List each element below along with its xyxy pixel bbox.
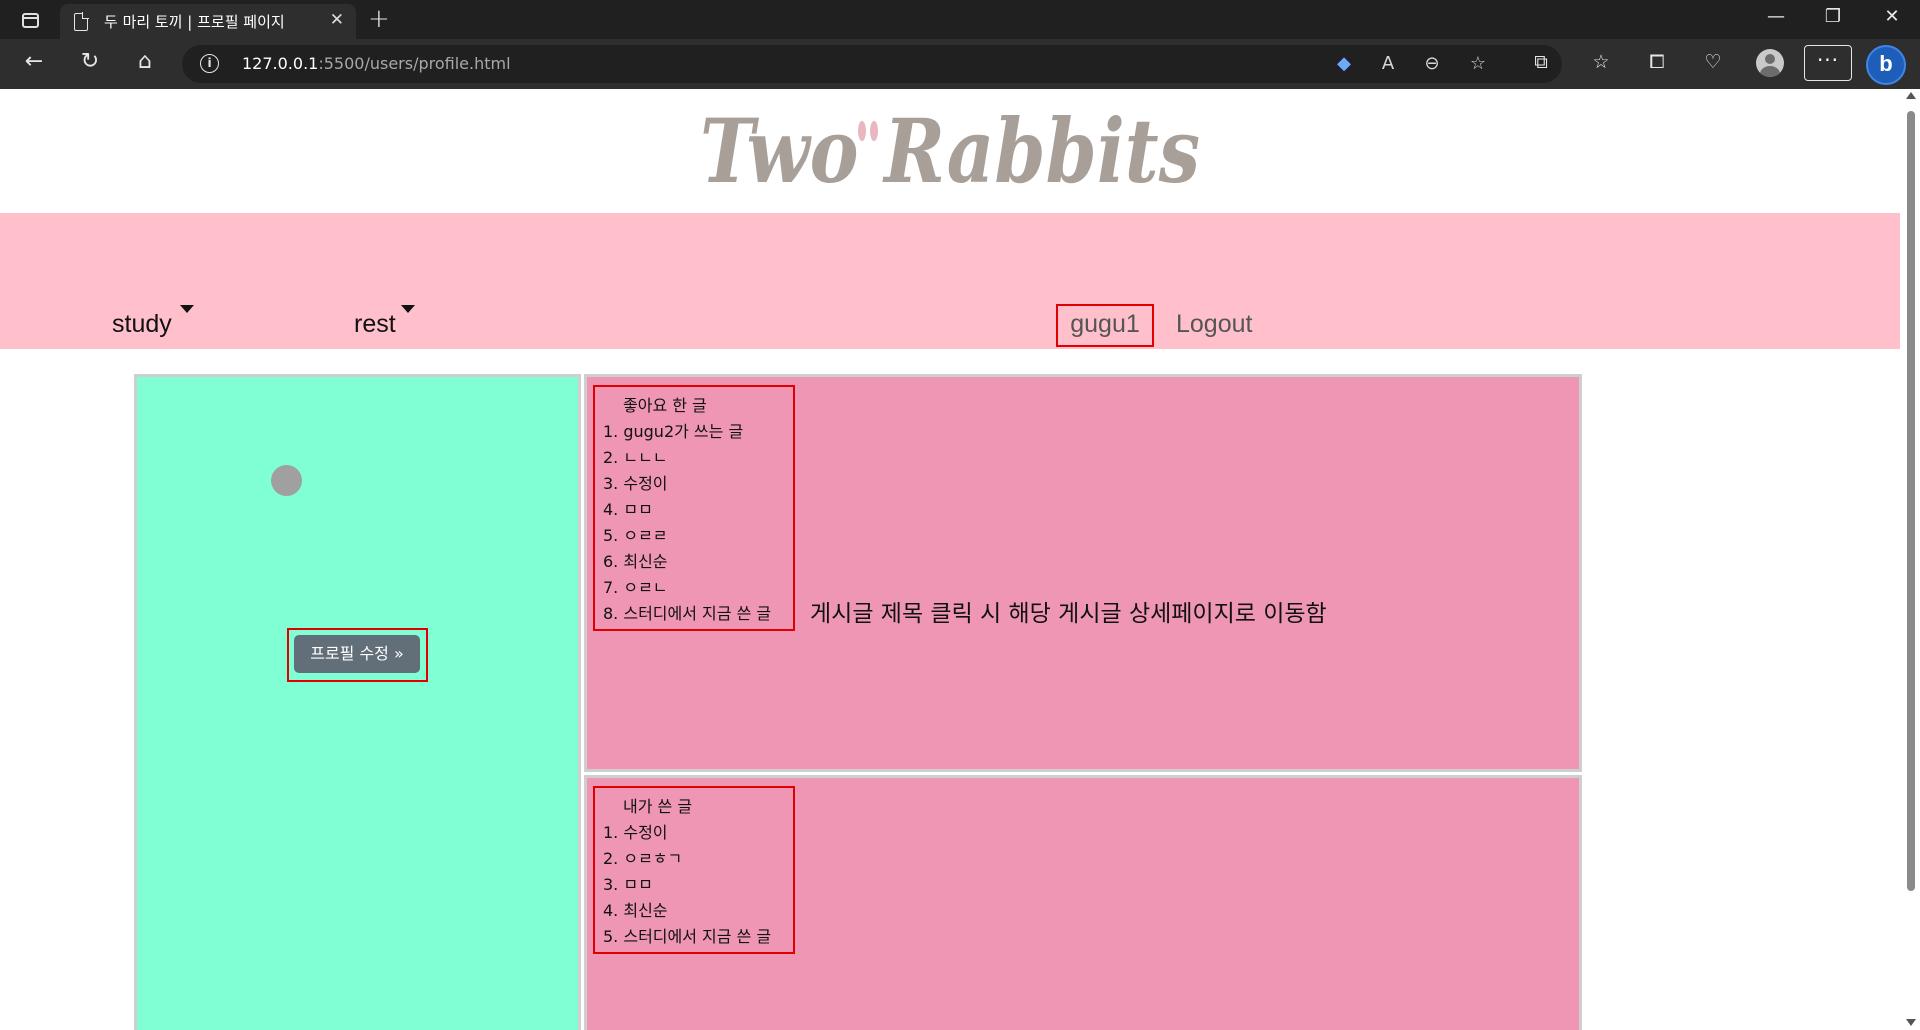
list-item[interactable]: 2. ㅇㄹㅎㄱ [603,846,793,872]
username-link[interactable]: gugu1 [1056,304,1154,347]
browser-toolbar: ← ↻ ⌂ i 127.0.0.1:5500/users/profile.htm… [0,39,1920,89]
more-menu-icon[interactable]: ··· [1804,45,1852,81]
nav-rest[interactable]: rest [354,310,396,339]
page-scrollbar[interactable] [1902,89,1920,1030]
my-posts-panel: 내가 쓴 글 1. 수정이 2. ㅇㄹㅎㄱ 3. ㅁㅁ 4. 최신순 5. 스터… [584,775,1582,1030]
svg-text:Two Rabbits: Two Rabbits [700,99,1200,203]
list-item[interactable]: 3. 수정이 [603,471,793,497]
bing-copilot-icon[interactable]: b [1866,45,1906,85]
page-icon [74,12,89,31]
profile-image [271,465,302,496]
caret-down-icon[interactable] [401,305,415,313]
browser-tab-bar: 두 마리 토끼 | 프로필 페이지 ✕ + — ❐ ✕ [0,0,1920,39]
address-bar[interactable]: i 127.0.0.1:5500/users/profile.html ◆ A … [182,45,1562,83]
list-item[interactable]: 8. 스터디에서 지금 쓴 글 [603,601,793,627]
liked-posts-panel: 좋아요 한 글 1. gugu2가 쓰는 글 2. ㄴㄴㄴ 3. 수정이 4. … [584,374,1582,772]
favorites-icon[interactable]: ☆ [1585,51,1617,73]
read-aloud-icon[interactable]: A [1374,53,1402,74]
liked-posts-list: 좋아요 한 글 1. gugu2가 쓰는 글 2. ㄴㄴㄴ 3. 수정이 4. … [593,385,795,631]
caret-down-icon[interactable] [180,305,194,313]
minimize-icon[interactable]: — [1756,6,1796,27]
extensions-icon[interactable]: ⧉ [1525,51,1557,73]
list-item[interactable]: 4. ㅁㅁ [603,497,793,523]
main-navbar: study rest gugu1 Logout [0,213,1900,349]
scrollbar-thumb[interactable] [1907,111,1915,891]
scroll-down-icon[interactable] [1906,1019,1916,1026]
zoom-out-icon[interactable]: ⊖ [1418,53,1446,74]
tab-close-icon[interactable]: ✕ [330,10,344,30]
edit-profile-button[interactable]: 프로필 수정 » [294,635,420,673]
url-text[interactable]: 127.0.0.1:5500/users/profile.html [242,54,511,73]
collections-icon[interactable]: ⧠ [1641,51,1673,73]
restore-icon[interactable]: ❐ [1813,6,1853,27]
back-arrow-icon[interactable]: ← [18,49,50,74]
scroll-up-icon[interactable] [1906,92,1916,99]
list-item[interactable]: 6. 최신순 [603,549,793,575]
list-item[interactable]: 5. 스터디에서 지금 쓴 글 [603,924,793,950]
site-info-icon[interactable]: i [200,54,219,73]
home-icon[interactable]: ⌂ [129,49,161,74]
profile-panel: 프로필 수정 » [134,374,581,1030]
close-window-icon[interactable]: ✕ [1872,6,1912,27]
list-item[interactable]: 5. ㅇㄹㄹ [603,523,793,549]
my-posts-title: 내가 쓴 글 [623,797,693,816]
navigation-hint: 게시글 제목 클릭 시 해당 게시글 상세페이지로 이동함 [810,601,1327,627]
browser-tab-active[interactable]: 두 마리 토끼 | 프로필 페이지 ✕ [60,4,356,39]
browser-essentials-icon[interactable]: ♡ [1697,51,1729,73]
liked-posts-title: 좋아요 한 글 [623,396,707,415]
reload-icon[interactable]: ↻ [74,49,106,74]
add-favorite-icon[interactable]: ☆ [1464,53,1492,74]
list-item[interactable]: 2. ㄴㄴㄴ [603,445,793,471]
new-tab-plus-icon[interactable]: + [368,4,390,34]
tab-actions-icon[interactable] [14,8,46,32]
page-viewport: Two Rabbits study rest gugu1 Logout 프로필 … [0,89,1920,1030]
profile-avatar-icon[interactable] [1756,49,1784,77]
nav-study[interactable]: study [112,310,172,339]
tab-title: 두 마리 토끼 | 프로필 페이지 [104,13,285,31]
my-posts-list: 내가 쓴 글 1. 수정이 2. ㅇㄹㅎㄱ 3. ㅁㅁ 4. 최신순 5. 스터… [593,786,795,954]
shopping-tag-icon[interactable]: ◆ [1330,53,1358,74]
logout-link[interactable]: Logout [1176,310,1252,339]
list-item[interactable]: 1. gugu2가 쓰는 글 [603,419,793,445]
list-item[interactable]: 4. 최신순 [603,898,793,924]
list-item[interactable]: 3. ㅁㅁ [603,872,793,898]
edit-profile-highlight: 프로필 수정 » [287,628,428,682]
list-item[interactable]: 7. ㅇㄹㄴ [603,575,793,601]
list-item[interactable]: 1. 수정이 [603,820,793,846]
two-rabbits-logo[interactable]: Two Rabbits [690,97,1210,207]
